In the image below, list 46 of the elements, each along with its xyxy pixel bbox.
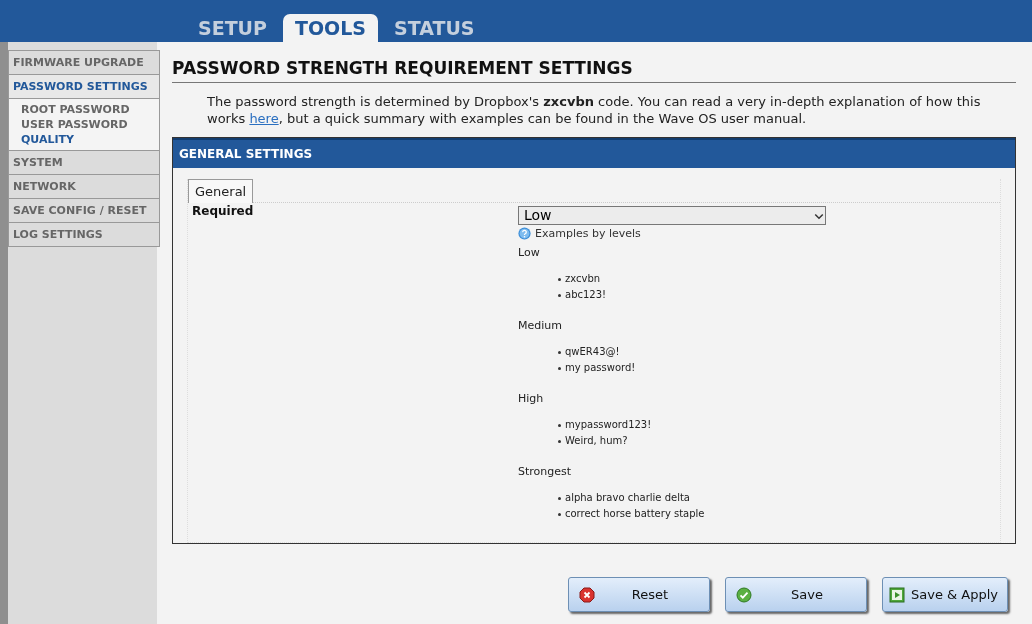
- panel-header: GENERAL SETTINGS: [173, 138, 1015, 168]
- bullet: [558, 423, 561, 427]
- sidebar-subitem[interactable]: USER PASSWORD: [21, 117, 159, 132]
- page-title: PASSWORD STRENGTH REQUIREMENT SETTINGS: [172, 54, 1016, 83]
- nav-tab[interactable]: SETUP: [186, 14, 279, 42]
- level-name: Medium: [518, 319, 563, 332]
- bullet: [558, 512, 561, 516]
- bullet: [558, 496, 561, 500]
- level-select[interactable]: Low: [518, 206, 826, 225]
- save-button[interactable]: Save: [725, 577, 867, 612]
- sidebar-item[interactable]: NETWORK: [9, 175, 159, 199]
- checkmark-icon: [736, 586, 752, 603]
- level-name: High: [518, 392, 545, 405]
- apply-button[interactable]: Save & Apply: [882, 577, 1008, 612]
- example-password: correct horse battery staple: [565, 507, 705, 521]
- example-password: Weird, hum?: [565, 434, 628, 448]
- example-password: zxcvbn: [565, 272, 601, 286]
- bullet: [558, 366, 561, 370]
- sidebar-subitem[interactable]: QUALITY: [21, 132, 159, 147]
- description-text: The password strength is determined by Dropbox's zxcvbn code. You can read a very in-depth explanation of how this works here, but a quick summary with examples can be found in the Wave OS user manual.: [207, 93, 982, 127]
- bullet: [558, 293, 561, 297]
- level-name: Strongest: [518, 465, 573, 478]
- sidebar-subitem[interactable]: ROOT PASSWORD: [21, 102, 159, 117]
- play-icon: [889, 586, 905, 603]
- level-name: Low: [518, 246, 541, 259]
- example-password: qwER43@!: [565, 345, 620, 359]
- example-password: alpha bravo charlie delta: [565, 491, 690, 505]
- bullet: [558, 439, 561, 443]
- cross-icon: [579, 586, 595, 603]
- bullet: [558, 277, 561, 281]
- help-icon: [518, 227, 531, 240]
- sidebar-item[interactable]: SAVE CONFIG / RESET: [9, 199, 159, 223]
- panel-tab[interactable]: General: [188, 179, 254, 203]
- field-label: Required: [192, 204, 255, 220]
- sidebar-item[interactable]: SYSTEM: [9, 151, 159, 175]
- example-password: my password!: [565, 361, 636, 375]
- example-password: mypassword123!: [565, 418, 652, 432]
- help-text: Examples by levels: [535, 227, 641, 240]
- sidebar-item[interactable]: PASSWORD SETTINGS: [9, 75, 159, 99]
- nav-tab[interactable]: STATUS: [382, 14, 487, 42]
- example-password: abc123!: [565, 288, 607, 302]
- reset-button[interactable]: Reset: [568, 577, 710, 612]
- bullet: [558, 350, 561, 354]
- sidebar-item[interactable]: LOG SETTINGS: [9, 223, 159, 247]
- here-link[interactable]: here: [249, 111, 279, 126]
- nav-tab[interactable]: TOOLS: [283, 14, 379, 42]
